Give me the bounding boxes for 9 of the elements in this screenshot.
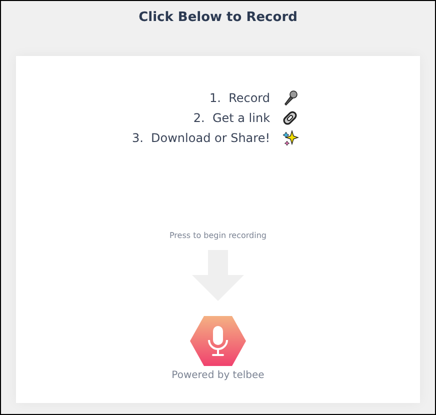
page-title: Click Below to Record [138,10,298,27]
step-text: 3. Download or Share! [132,131,270,145]
step-text: 2. Get a link [193,111,270,125]
microphone-icon [282,90,298,106]
hint-text: Press to begin recording [169,231,266,240]
record-button[interactable] [190,316,246,366]
footer-text: Powered by telbee [172,370,264,381]
step-text: 1. Record [209,91,270,105]
sparkles-icon [282,130,299,146]
